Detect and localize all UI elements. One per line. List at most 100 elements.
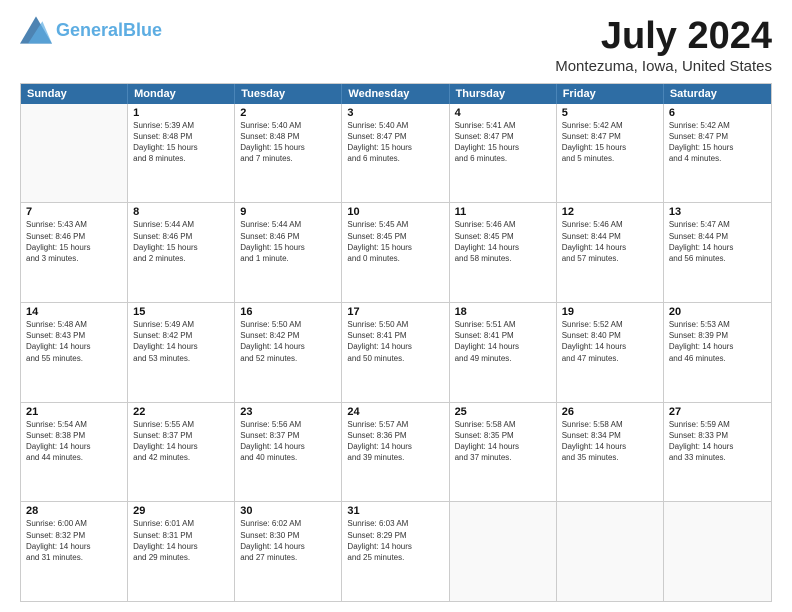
cell-line: Sunrise: 5:54 AM [26,419,122,430]
day-number: 3 [347,107,443,119]
calendar-cell: 21Sunrise: 5:54 AMSunset: 8:38 PMDayligh… [21,403,128,502]
calendar-cell: 12Sunrise: 5:46 AMSunset: 8:44 PMDayligh… [557,203,664,302]
calendar-cell: 30Sunrise: 6:02 AMSunset: 8:30 PMDayligh… [235,502,342,601]
header-day-monday: Monday [128,84,235,104]
cell-line: Sunrise: 5:42 AM [669,120,766,131]
cell-line: Sunset: 8:31 PM [133,530,229,541]
calendar-cell: 11Sunrise: 5:46 AMSunset: 8:45 PMDayligh… [450,203,557,302]
calendar-cell: 18Sunrise: 5:51 AMSunset: 8:41 PMDayligh… [450,303,557,402]
day-number: 10 [347,206,443,218]
cell-line: Sunrise: 5:48 AM [26,319,122,330]
cell-line: Sunset: 8:44 PM [562,231,658,242]
cell-line: Sunrise: 5:58 AM [455,419,551,430]
title-block: July 2024 Montezuma, Iowa, United States [555,16,772,75]
cell-line: Sunset: 8:48 PM [240,131,336,142]
cell-line: Daylight: 14 hours [133,341,229,352]
cell-line: Sunset: 8:32 PM [26,530,122,541]
cell-line: and 58 minutes. [455,253,551,264]
cell-line: and 55 minutes. [26,353,122,364]
cell-line: and 40 minutes. [240,452,336,463]
calendar-cell: 25Sunrise: 5:58 AMSunset: 8:35 PMDayligh… [450,403,557,502]
calendar-cell: 22Sunrise: 5:55 AMSunset: 8:37 PMDayligh… [128,403,235,502]
cell-line: Sunset: 8:40 PM [562,330,658,341]
cell-line: Sunset: 8:33 PM [669,430,766,441]
cell-line: and 29 minutes. [133,552,229,563]
cell-line: Sunrise: 5:56 AM [240,419,336,430]
cell-line: Daylight: 14 hours [347,541,443,552]
day-number: 5 [562,107,658,119]
cell-line: Daylight: 15 hours [240,242,336,253]
cell-line: and 8 minutes. [133,153,229,164]
cell-line: and 39 minutes. [347,452,443,463]
cell-line: Daylight: 15 hours [347,242,443,253]
header-day-friday: Friday [557,84,664,104]
cell-line: Sunset: 8:42 PM [133,330,229,341]
cell-line: Daylight: 14 hours [240,541,336,552]
cell-line: and 44 minutes. [26,452,122,463]
cell-line: and 33 minutes. [669,452,766,463]
day-number: 16 [240,306,336,318]
cell-line: Sunset: 8:46 PM [240,231,336,242]
cell-line: Daylight: 14 hours [26,341,122,352]
day-number: 2 [240,107,336,119]
calendar-header: SundayMondayTuesdayWednesdayThursdayFrid… [21,84,771,104]
cell-line: Daylight: 15 hours [455,142,551,153]
cell-line: Daylight: 14 hours [347,441,443,452]
calendar-cell: 9Sunrise: 5:44 AMSunset: 8:46 PMDaylight… [235,203,342,302]
cell-line: Daylight: 14 hours [133,541,229,552]
day-number: 26 [562,406,658,418]
header-day-wednesday: Wednesday [342,84,449,104]
day-number: 18 [455,306,551,318]
cell-line: Daylight: 14 hours [455,242,551,253]
cell-line: Daylight: 15 hours [133,142,229,153]
cell-line: Sunrise: 5:52 AM [562,319,658,330]
calendar-body: 1Sunrise: 5:39 AMSunset: 8:48 PMDaylight… [21,104,771,601]
day-number: 13 [669,206,766,218]
cell-line: Daylight: 14 hours [240,341,336,352]
calendar: SundayMondayTuesdayWednesdayThursdayFrid… [20,83,772,602]
cell-line: Sunset: 8:46 PM [26,231,122,242]
cell-line: Sunset: 8:45 PM [455,231,551,242]
cell-line: Sunrise: 5:58 AM [562,419,658,430]
day-number: 27 [669,406,766,418]
cell-line: Sunset: 8:36 PM [347,430,443,441]
cell-line: and 6 minutes. [347,153,443,164]
day-number: 19 [562,306,658,318]
cell-line: and 5 minutes. [562,153,658,164]
calendar-row-4: 28Sunrise: 6:00 AMSunset: 8:32 PMDayligh… [21,502,771,601]
cell-line: Daylight: 14 hours [562,441,658,452]
cell-line: Daylight: 15 hours [26,242,122,253]
day-number: 8 [133,206,229,218]
day-number: 7 [26,206,122,218]
day-number: 30 [240,505,336,517]
cell-line: and 31 minutes. [26,552,122,563]
cell-line: and 4 minutes. [669,153,766,164]
cell-line: and 27 minutes. [240,552,336,563]
cell-line: Sunrise: 5:57 AM [347,419,443,430]
cell-line: Sunset: 8:42 PM [240,330,336,341]
cell-line: Sunset: 8:43 PM [26,330,122,341]
calendar-cell: 16Sunrise: 5:50 AMSunset: 8:42 PMDayligh… [235,303,342,402]
cell-line: and 1 minute. [240,253,336,264]
cell-line: Daylight: 14 hours [669,441,766,452]
header-day-sunday: Sunday [21,84,128,104]
calendar-row-0: 1Sunrise: 5:39 AMSunset: 8:48 PMDaylight… [21,104,771,204]
logo-icon [20,16,52,44]
cell-line: and 0 minutes. [347,253,443,264]
calendar-cell: 27Sunrise: 5:59 AMSunset: 8:33 PMDayligh… [664,403,771,502]
cell-line: Sunset: 8:47 PM [347,131,443,142]
day-number: 25 [455,406,551,418]
cell-line: Sunset: 8:47 PM [562,131,658,142]
day-number: 21 [26,406,122,418]
cell-line: and 37 minutes. [455,452,551,463]
cell-line: Daylight: 14 hours [669,242,766,253]
day-number: 22 [133,406,229,418]
header-day-tuesday: Tuesday [235,84,342,104]
day-number: 29 [133,505,229,517]
cell-line: Sunrise: 5:53 AM [669,319,766,330]
calendar-cell: 3Sunrise: 5:40 AMSunset: 8:47 PMDaylight… [342,104,449,203]
cell-line: and 56 minutes. [669,253,766,264]
day-number: 9 [240,206,336,218]
cell-line: Sunrise: 5:59 AM [669,419,766,430]
calendar-cell: 28Sunrise: 6:00 AMSunset: 8:32 PMDayligh… [21,502,128,601]
